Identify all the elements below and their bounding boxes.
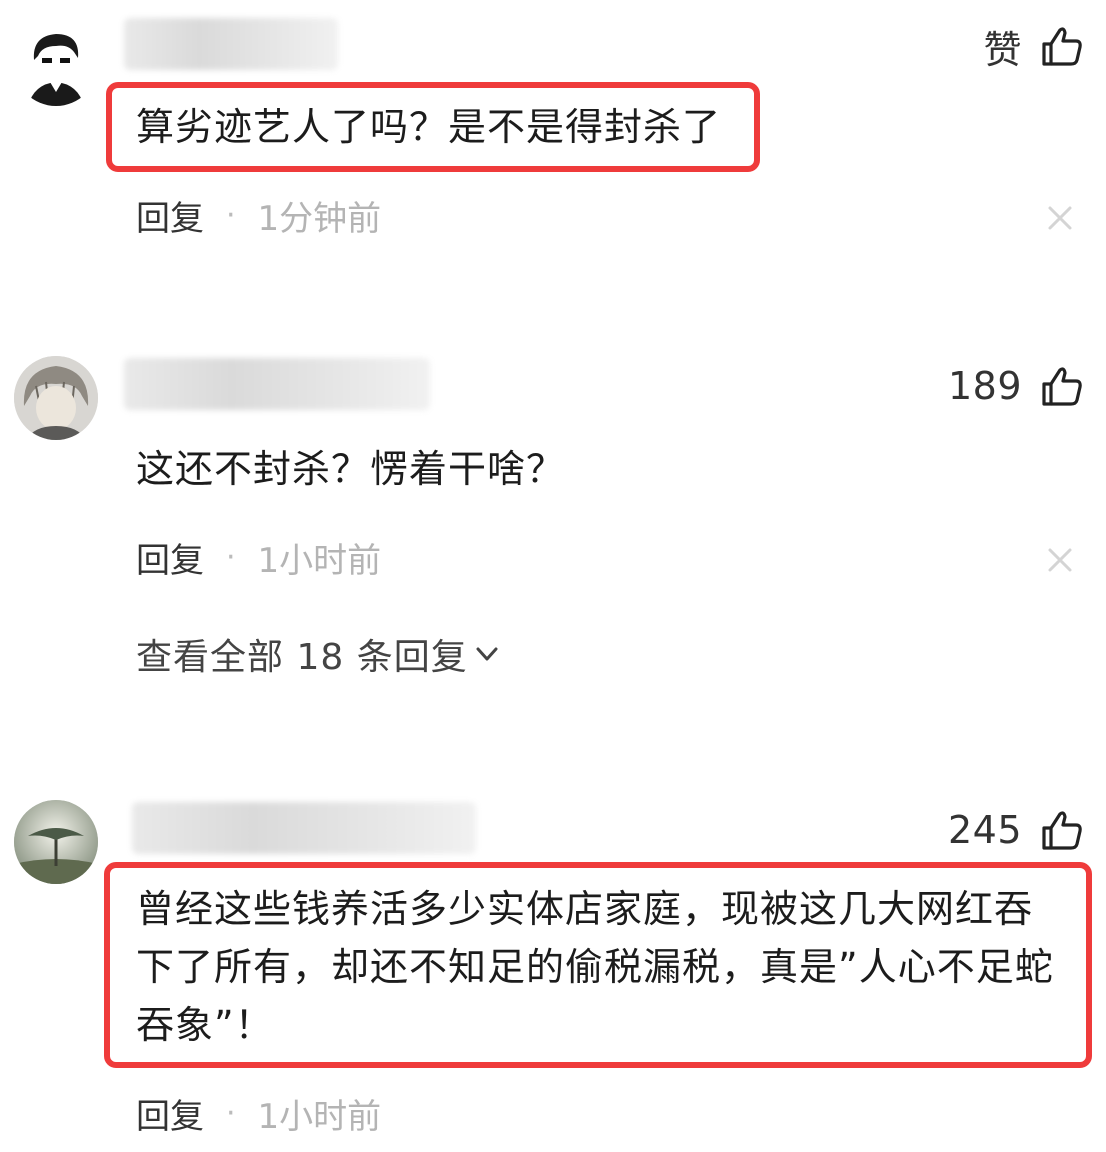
comment-meta: 回复 · 1分钟前 (136, 190, 381, 240)
reply-button[interactable]: 回复 (136, 191, 204, 240)
avatar[interactable] (14, 800, 98, 884)
comment-text-line: 这还不封杀？愣着干啥？ (136, 447, 566, 491)
close-icon[interactable] (1046, 204, 1074, 232)
comment-text-line: 曾经这些钱养活多少实体店家庭，现被这几大网红吞 (136, 887, 1034, 931)
like-button[interactable]: 赞 (983, 20, 1084, 72)
separator-dot: · (226, 539, 236, 575)
view-all-replies-button[interactable]: 查看全部 18 条回复 (136, 626, 500, 682)
timestamp: 1分钟前 (257, 198, 382, 239)
timestamp: 1小时前 (257, 540, 382, 581)
like-button[interactable]: 245 (948, 804, 1084, 856)
comment-text: 算劣迹艺人了吗？是不是得封杀了 (136, 98, 721, 156)
avatar-image (14, 800, 98, 884)
separator-dot: · (226, 1095, 236, 1131)
like-count: 245 (947, 808, 1022, 852)
comment-text-line: 吞象”！ (136, 1003, 274, 1047)
like-count: 189 (947, 364, 1022, 408)
avatar[interactable] (14, 356, 98, 440)
like-button[interactable]: 189 (948, 360, 1084, 412)
thumbs-up-icon (1042, 27, 1082, 66)
like-count: 赞 (983, 27, 1022, 72)
view-all-replies-label: 查看全部 18 条回复 (136, 637, 468, 678)
separator-dot: · (226, 197, 236, 233)
avatar-image (14, 22, 98, 106)
comment-meta: 回复 · 1小时前 (136, 1088, 381, 1138)
reply-button[interactable]: 回复 (136, 533, 204, 582)
comment-text: 曾经这些钱养活多少实体店家庭，现被这几大网红吞 下了所有，却还不知足的偷税漏税，… (136, 880, 1054, 1054)
comment-text-line: 算劣迹艺人了吗？是不是得封杀了 (136, 105, 722, 149)
username-blurred[interactable] (132, 802, 476, 854)
username-blurred[interactable] (124, 358, 430, 410)
comment-meta: 回复 · 1小时前 (136, 532, 381, 582)
timestamp: 1小时前 (257, 1096, 382, 1137)
thumbs-up-icon (1042, 367, 1082, 406)
comment-1: 赞 算劣迹艺人了吗？是不是得封杀了 回复 · 1分钟前 (0, 0, 1106, 300)
thumbs-up-icon (1042, 811, 1082, 850)
avatar-image (14, 356, 98, 440)
comment-text: 这还不封杀？愣着干啥？ (136, 440, 565, 498)
chevron-down-icon (476, 647, 498, 661)
close-icon[interactable] (1046, 546, 1074, 574)
comment-2: 189 这还不封杀？愣着干啥？ 回复 · 1小时前 查看全部 18 条回复 (0, 300, 1106, 720)
username-blurred[interactable] (124, 18, 338, 70)
avatar[interactable] (14, 22, 98, 106)
comment-text-line: 下了所有，却还不知足的偷税漏税，真是”人心不足蛇 (136, 945, 1054, 989)
reply-button[interactable]: 回复 (136, 1089, 204, 1138)
comment-3: 245 曾经这些钱养活多少实体店家庭，现被这几大网红吞 下了所有，却还不知足的偷… (0, 760, 1106, 1152)
